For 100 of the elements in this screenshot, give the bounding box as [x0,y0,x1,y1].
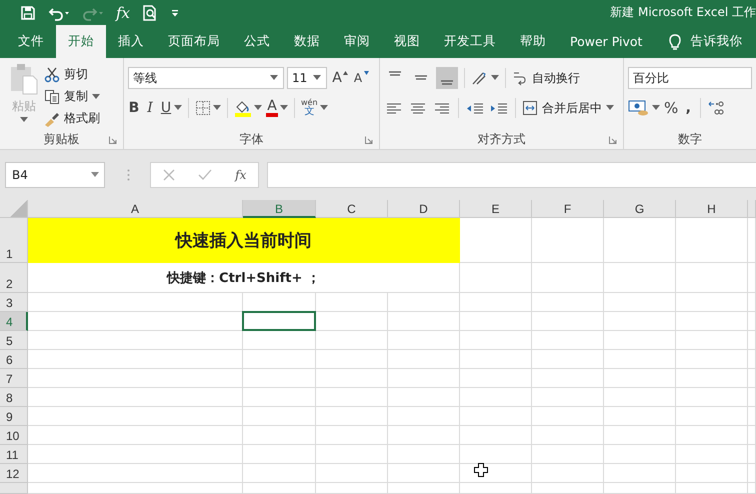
bold-button[interactable]: B [128,100,140,116]
table-cell [388,483,460,494]
table-cell [316,388,388,407]
clipboard-icon[interactable] [9,62,39,96]
table-cell [676,331,748,350]
row-header[interactable]: 5 [0,331,28,350]
table-cell: 快捷键：Ctrl+Shift+ ； [28,263,460,293]
increase-decimal-icon[interactable] [707,99,726,117]
up-caret-icon[interactable] [343,71,348,75]
row-header[interactable]: 7 [0,369,28,388]
caret-icon[interactable] [254,105,262,111]
column-header[interactable]: H [676,200,748,218]
checkmark-icon[interactable] [198,169,212,181]
number-format-dropdown[interactable]: 百分比 [628,67,752,89]
table-cell [676,483,748,494]
cut-button[interactable]: 剪切 [64,66,88,83]
brush-icon[interactable] [44,110,60,126]
font-color-button[interactable]: A [266,99,278,117]
table-cell [388,426,460,445]
wrap-text-button[interactable]: 自动换行 [532,68,580,88]
table-cell [604,407,676,426]
caret-icon[interactable] [320,105,328,111]
phonetic-guide-button[interactable]: wén 文 [301,99,318,117]
column-header[interactable]: G [604,200,676,218]
fill-color-icon[interactable] [234,99,252,117]
copy-icon[interactable] [44,88,60,104]
caret-icon[interactable] [92,94,100,100]
ribbon-tab[interactable]: 审阅 [332,25,382,58]
dialog-launcher-icon[interactable] [365,136,373,144]
merge-center-button[interactable]: 合并后居中 [542,98,602,118]
row-header[interactable]: 4 [0,312,28,331]
dialog-launcher-icon[interactable] [109,136,117,144]
caret-icon[interactable] [91,172,99,178]
ribbon-tab[interactable]: 文件 [6,25,56,58]
caret-icon[interactable] [313,75,321,81]
ribbon-tab[interactable]: 开始 [56,25,106,58]
caret-icon[interactable] [606,105,614,111]
caret-icon[interactable] [652,105,660,111]
down-caret-icon[interactable] [364,71,369,75]
bottom-align-icon[interactable] [436,67,458,89]
ribbon-tab[interactable]: 公式 [232,25,282,58]
column-header[interactable]: B [243,200,316,218]
row-header[interactable]: 9 [0,407,28,426]
table-cell [676,426,748,445]
ribbon-tab[interactable]: 帮助 [508,25,558,58]
ribbon-tab[interactable]: 开发工具 [432,25,508,58]
increase-font-size-button[interactable]: A [331,70,343,86]
insert-function-button[interactable]: fx [116,4,130,22]
row-header[interactable]: 8 [0,388,28,407]
decrease-font-size-button[interactable]: A [352,71,364,85]
column-header[interactable]: F [532,200,604,218]
scissors-icon[interactable] [44,66,60,82]
dialog-launcher-icon[interactable] [609,136,617,144]
table-cell [532,331,604,350]
comma-style-button[interactable]: , [682,100,694,116]
table-cell [532,312,604,331]
borders-icon[interactable] [195,100,211,116]
caret-icon[interactable] [213,105,221,111]
table-cell [388,369,460,388]
save-icon[interactable] [20,4,36,20]
font-name-dropdown[interactable]: 等线 [128,67,284,89]
caret-icon[interactable] [491,75,499,81]
row-header[interactable]: 6 [0,350,28,369]
underline-button[interactable]: U [160,100,172,116]
ribbon-tab[interactable]: 数据 [282,25,332,58]
ribbon-tab[interactable]: 页面布局 [156,25,232,58]
merge-cells-icon[interactable] [522,100,538,116]
currency-icon[interactable] [628,99,650,117]
row-header[interactable]: 10 [0,426,28,445]
table-cell [604,445,676,464]
font-size-dropdown[interactable]: 11 [287,67,327,89]
table-cell [676,350,748,369]
ribbon-tab[interactable]: Power Pivot [558,25,654,58]
caret-icon[interactable] [20,117,28,123]
table-cell [460,388,532,407]
caret-icon[interactable] [280,105,288,111]
row-header[interactable]: 3 [0,293,28,312]
customize-caret-icon[interactable] [170,8,180,18]
insert-function-button[interactable]: fx [235,168,246,182]
row-header[interactable]: 11 [0,445,28,464]
row-header[interactable]: 12 [0,464,28,483]
active-cell[interactable] [242,311,316,331]
tell-me-search[interactable]: 告诉我你 [690,33,742,50]
caret-icon[interactable] [270,75,278,81]
ribbon-tab[interactable]: 插入 [106,25,156,58]
format-painter-button[interactable]: 格式刷 [64,110,100,127]
row-header[interactable]: 2 [0,263,28,293]
copy-button[interactable]: 复制 [64,88,88,105]
row-header[interactable]: 1 [0,218,28,263]
print-preview-icon[interactable] [142,4,158,20]
ribbon-tab[interactable]: 视图 [382,25,432,58]
table-cell [460,407,532,426]
italic-button[interactable]: I [144,100,156,116]
caret-icon[interactable] [174,105,182,111]
column-header[interactable]: E [460,200,532,218]
name-box[interactable]: B4 [5,162,105,188]
lightbulb-icon[interactable] [668,32,682,50]
formula-input-field[interactable] [267,162,756,188]
wrap-text-icon[interactable] [512,70,528,86]
percent-style-button[interactable]: % [664,99,678,117]
